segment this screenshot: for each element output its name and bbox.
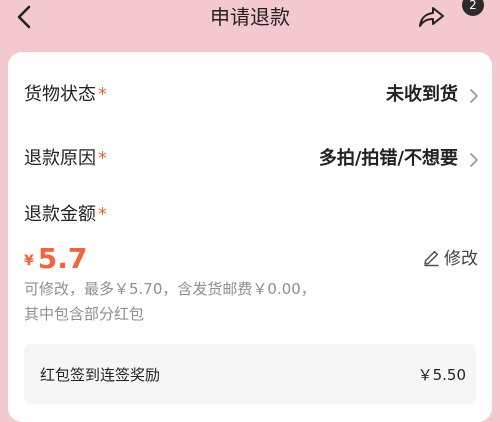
amount-hint-line-1: 可修改，最多￥5.70，含发货邮费￥0.00， bbox=[24, 280, 316, 298]
goods-status-row[interactable]: 货物状态 * 未收到货 bbox=[8, 66, 492, 126]
pencil-icon bbox=[424, 250, 439, 267]
edit-label: 修改 bbox=[444, 249, 478, 269]
amount-hint-line-2: 其中包含部分红包 bbox=[24, 305, 145, 323]
breakdown-label: 红包签到连签奖励 bbox=[40, 366, 161, 384]
refund-form-card: 货物状态 * 未收到货 退款原因 * 多拍/拍错/不想要 退款金额 * ¥5.7 修改… bbox=[8, 52, 492, 422]
refund-amount-value: ¥5.7 bbox=[24, 242, 87, 276]
nav-header: 申请退款 2 bbox=[0, 0, 500, 38]
refund-reason-label: 退款原因 * bbox=[24, 146, 107, 172]
required-mark: * bbox=[98, 148, 107, 169]
red-packet-breakdown: 红包签到连签奖励 ￥5.50 bbox=[24, 344, 476, 404]
share-arrow-icon[interactable] bbox=[416, 2, 446, 32]
goods-status-value: 未收到货 bbox=[386, 84, 458, 105]
refund-amount-label: 退款金额 * bbox=[24, 202, 107, 228]
refund-amount-label-text: 退款金额 bbox=[24, 204, 96, 225]
amount-number: 5.7 bbox=[37, 242, 88, 275]
edit-amount-button[interactable]: 修改 bbox=[422, 248, 478, 272]
breakdown-value: ￥5.50 bbox=[417, 366, 466, 384]
goods-status-label-text: 货物状态 bbox=[24, 84, 96, 105]
refund-reason-value: 多拍/拍错/不想要 bbox=[318, 148, 458, 169]
chevron-right-icon bbox=[470, 153, 478, 167]
refund-reason-row[interactable]: 退款原因 * 多拍/拍错/不想要 bbox=[8, 130, 492, 190]
refund-reason-label-text: 退款原因 bbox=[24, 148, 96, 169]
goods-status-label: 货物状态 * bbox=[24, 82, 107, 108]
required-mark: * bbox=[98, 84, 107, 105]
currency-symbol: ¥ bbox=[24, 253, 34, 269]
required-mark: * bbox=[98, 204, 107, 225]
chevron-right-icon bbox=[470, 89, 478, 103]
